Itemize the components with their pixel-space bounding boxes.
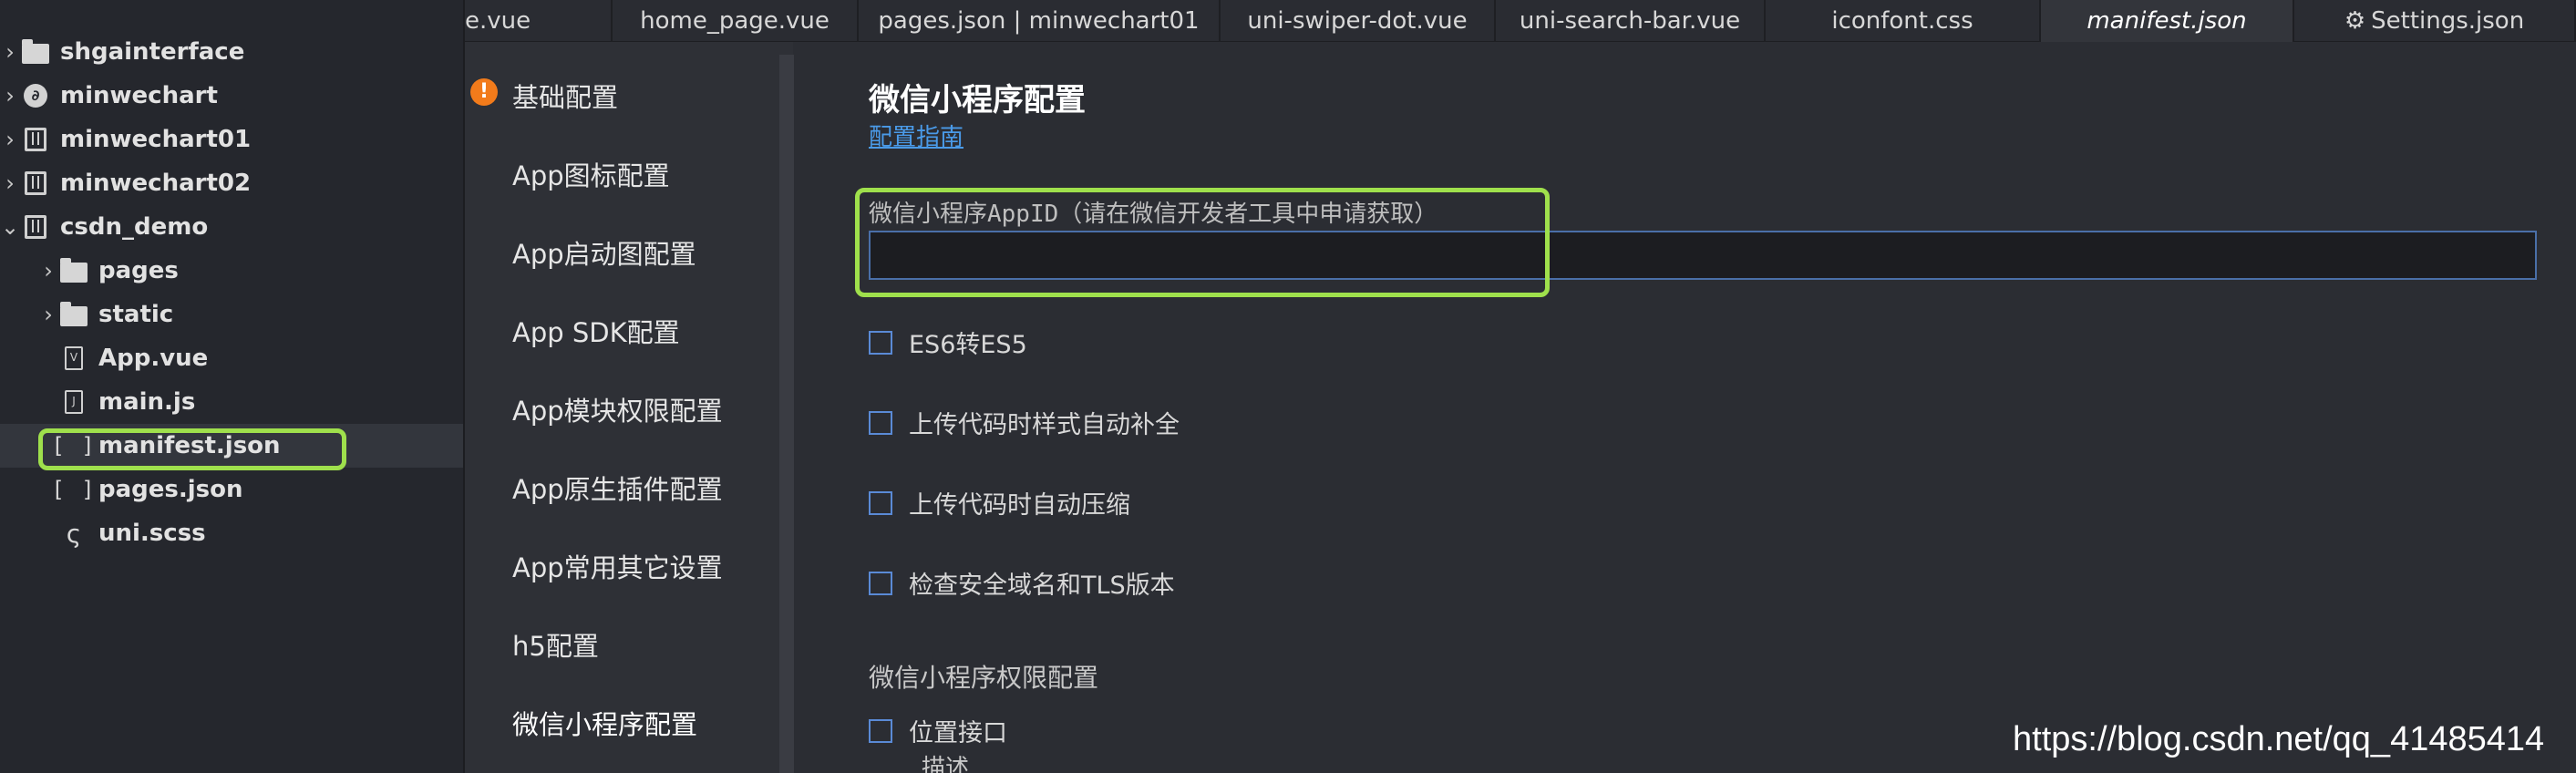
chevron-right-icon[interactable]: › (0, 170, 20, 196)
checkbox-location-api[interactable]: 位置接口 (869, 713, 1007, 748)
nav-scrollbar[interactable] (779, 55, 794, 773)
config-guide-link[interactable]: 配置指南 (869, 119, 963, 152)
tree-item-label: minwechart01 (60, 126, 252, 153)
chevron-right-icon[interactable]: › (0, 39, 20, 65)
nav-item-app-splash-config[interactable]: App启动图配置 (512, 233, 696, 272)
chevron-right-icon[interactable]: › (0, 127, 20, 152)
tree-item-minwechart02[interactable]: › minwechart02 (0, 161, 463, 205)
checkbox-label: 上传代码时自动压缩 (909, 491, 1130, 520)
tree-item-label: main.js (98, 388, 196, 416)
checkbox-box[interactable] (869, 410, 892, 435)
location-description-label: 描述 (922, 755, 970, 773)
folder-icon (20, 38, 51, 66)
tree-item-pages-json[interactable]: [ ] pages.json (0, 468, 463, 511)
nav-item-app-module-permission-config[interactable]: App模块权限配置 (512, 390, 723, 428)
nav-item-wechat-miniprogram-config[interactable]: 微信小程序配置 (512, 704, 697, 742)
checkbox-label: 检查安全域名和TLS版本 (909, 572, 1175, 600)
checkbox-label: ES6转ES5 (909, 331, 1027, 359)
chevron-right-icon[interactable]: › (0, 83, 20, 108)
watermark-url: https://blog.csdn.net/qq_41485414 (2013, 720, 2545, 758)
tree-item-label: csdn_demo (60, 213, 209, 241)
tab-manifest-json[interactable]: manifest.json (2041, 0, 2294, 42)
gear-icon: ⚙ (2344, 7, 2366, 35)
page-title: 微信小程序配置 (869, 82, 1086, 119)
js-file-icon: J (58, 388, 89, 416)
checkbox-box[interactable] (869, 718, 892, 743)
checkbox-auto-minify[interactable]: 上传代码时自动压缩 (869, 485, 1130, 520)
json-bracket-icon: [ ] (51, 477, 97, 502)
nav-item-app-sdk-config[interactable]: App SDK配置 (512, 312, 680, 350)
scss-icon: ς (66, 518, 82, 549)
chevron-right-icon[interactable]: › (38, 302, 58, 327)
checkbox-label: 位置接口 (909, 719, 1007, 747)
tab-uni-search-bar-vue[interactable]: uni-search-bar.vue (1496, 0, 1766, 42)
file-tree: › shgainterface › ∂ minwechart › minwech… (0, 0, 465, 773)
checkbox-auto-style-complete[interactable]: 上传代码时样式自动补全 (869, 405, 1180, 440)
settings-main-panel: 微信小程序配置 配置指南 微信小程序AppID（请在微信开发者工具中申请获取） … (794, 42, 2576, 773)
tab-settings-json[interactable]: ⚙ Settings.json (2294, 0, 2576, 42)
tab-e-vue[interactable]: e.vue (465, 0, 613, 42)
permission-section-title: 微信小程序权限配置 (869, 663, 1099, 693)
tree-item-label: shgainterface (60, 38, 245, 66)
tree-item-label: pages (98, 257, 179, 284)
tree-item-label: App.vue (98, 345, 209, 372)
editor-tab-bar: e.vue home_page.vue pages.json | minwech… (465, 0, 2576, 42)
folder-icon (58, 257, 89, 284)
nav-item-h5-config[interactable]: h5配置 (512, 625, 599, 664)
checkbox-box[interactable] (869, 571, 892, 595)
tree-item-label: minwechart (60, 82, 218, 109)
folder-icon (58, 301, 89, 328)
warning-icon: ! (470, 78, 498, 106)
tree-item-minwechart[interactable]: › ∂ minwechart (0, 74, 463, 118)
tree-item-label: uni.scss (98, 520, 206, 547)
tab-pages-json-minwechart01[interactable]: pages.json | minwechart01 (859, 0, 1221, 42)
nav-item-basic-config[interactable]: 基础配置 (512, 77, 618, 115)
tree-item-shgainterface[interactable]: › shgainterface (0, 30, 463, 74)
tab-label: Settings.json (2371, 7, 2525, 35)
tab-iconfont-css[interactable]: iconfont.css (1766, 0, 2041, 42)
checkbox-box[interactable] (869, 490, 892, 515)
appid-label: 微信小程序AppID（请在微信开发者工具中申请获取） (869, 201, 1438, 228)
project-icon (20, 170, 51, 197)
project-icon (20, 126, 51, 153)
nav-item-app-other-settings[interactable]: App常用其它设置 (512, 547, 723, 585)
checkbox-check-domain-tls[interactable]: 检查安全域名和TLS版本 (869, 565, 1175, 601)
tree-item-label: pages.json (98, 476, 243, 503)
checkbox-label: 上传代码时样式自动补全 (909, 411, 1180, 439)
tree-item-uni-scss[interactable]: ς uni.scss (0, 511, 463, 555)
tree-item-static[interactable]: › static (0, 293, 463, 336)
tree-item-main-js[interactable]: J main.js (0, 380, 463, 424)
nav-item-app-icon-config[interactable]: App图标配置 (512, 155, 670, 193)
gear-round-icon: ∂ (20, 82, 51, 109)
checkbox-es6-to-es5[interactable]: ES6转ES5 (869, 325, 1027, 360)
tree-item-csdn-demo[interactable]: ⌄ csdn_demo (0, 205, 463, 249)
checkbox-box[interactable] (869, 330, 892, 355)
tree-item-pages[interactable]: › pages (0, 249, 463, 293)
project-icon (20, 213, 51, 241)
nav-item-app-native-plugin-config[interactable]: App原生插件配置 (512, 469, 723, 507)
chevron-down-icon[interactable]: ⌄ (0, 214, 20, 240)
chevron-right-icon[interactable]: › (38, 258, 58, 283)
tree-item-label: manifest.json (98, 432, 281, 459)
json-bracket-icon: [ ] (51, 433, 97, 459)
vue-file-icon: V (58, 345, 89, 372)
tree-item-manifest-json[interactable]: [ ] manifest.json (0, 424, 463, 468)
tree-item-app-vue[interactable]: V App.vue (0, 336, 463, 380)
tree-item-minwechart01[interactable]: › minwechart01 (0, 118, 463, 161)
tab-uni-swiper-dot-vue[interactable]: uni-swiper-dot.vue (1221, 0, 1496, 42)
tab-home-page-vue[interactable]: home_page.vue (613, 0, 859, 42)
tree-item-label: minwechart02 (60, 170, 252, 197)
tree-item-label: static (98, 301, 174, 328)
settings-nav: ! 基础配置 App图标配置 App启动图配置 App SDK配置 App模块权… (465, 42, 793, 773)
appid-input[interactable] (869, 231, 2537, 280)
